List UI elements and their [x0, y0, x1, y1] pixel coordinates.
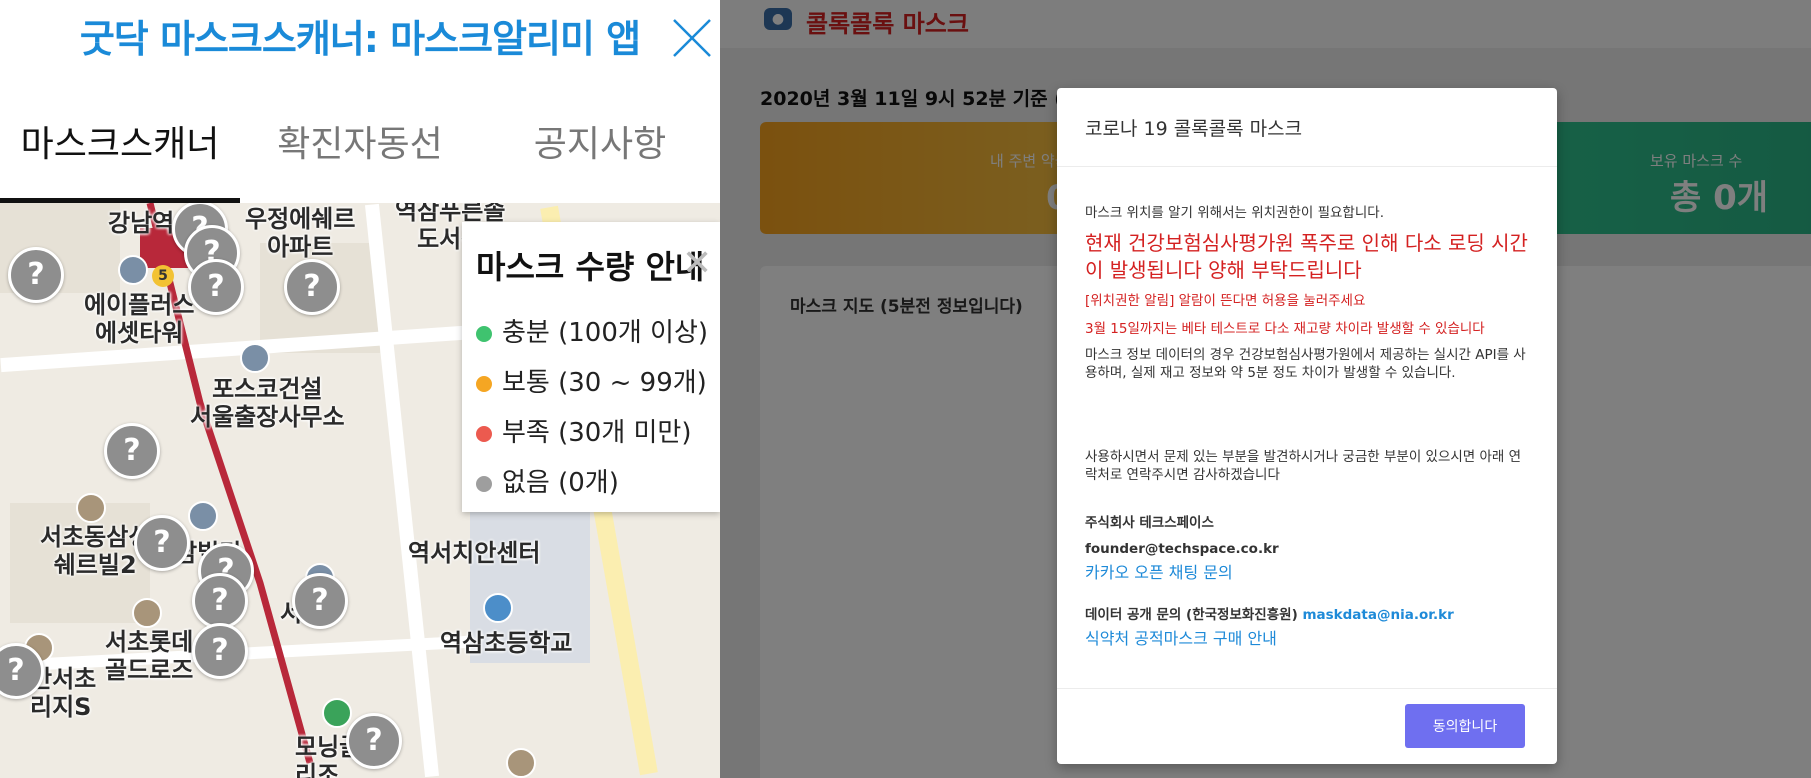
tab-mask-scanner[interactable]: 마스크스캐너	[0, 105, 240, 203]
building-poi-icon	[240, 343, 270, 373]
company-name: 주식회사 테크스페이스	[1085, 515, 1214, 531]
location-permission-text: 마스크 위치를 알기 위해서는 위치권한이 필요합니다.	[1085, 205, 1384, 221]
subway-line-5-badge: 5	[152, 265, 174, 287]
mask-scanner-panel: 굿닥 마스크스캐너: 마스크알리미 앱 마스크스캐너 확진자동선 공지사항 5 …	[0, 0, 720, 778]
map-label: 서초동삼성 쉐르빌2	[40, 523, 151, 579]
close-icon[interactable]	[668, 14, 716, 62]
legend-item-none: 없음 (0개)	[476, 462, 619, 499]
pharmacy-marker[interactable]: ?	[134, 515, 190, 571]
legend-item-low: 부족 (30개 미만)	[476, 412, 692, 449]
modal-title: 코로나 19 콜록콜록 마스크	[1085, 118, 1303, 140]
map-label: 우정에쉐르 아파트	[245, 205, 356, 261]
green-dot-icon	[476, 325, 492, 342]
legend-item-label: 보통 (30 ~ 99개)	[502, 368, 707, 398]
pharmacy-marker[interactable]: ?	[192, 573, 248, 629]
gray-dot-icon	[476, 475, 492, 492]
building-poi-icon	[188, 501, 218, 531]
tab-bar: 마스크스캐너 확진자동선 공지사항	[0, 105, 720, 204]
legend-close-icon[interactable]: ✕	[682, 246, 712, 282]
data-source-info: 마스크 정보 데이터의 경우 건강보험심사평가원에서 제공하는 실시간 API를…	[1085, 347, 1526, 381]
pharmacy-marker[interactable]: ?	[292, 573, 348, 629]
divider	[1057, 166, 1557, 167]
cough-mask-page: ● 콜록콜록 마스크 2020년 3월 11일 9시 52분 기준 (반 내 주…	[720, 0, 1811, 778]
loading-warning: 현재 건강보험심사평가원 폭주로 인해 다소 로딩 시간이 발생됩니다 양해 부…	[1085, 231, 1528, 282]
mfds-mask-guide-link[interactable]: 식약처 공적마스크 구매 안내	[1085, 630, 1531, 648]
beta-notice-text: 3월 15일까지는 베타 테스트로 다소 재고량 차이라 발생할 수 있습니다	[1085, 321, 1485, 337]
data-inquiry-email-link[interactable]: maskdata@nia.or.kr	[1302, 607, 1453, 623]
legend-title: 마스크 수량 안내	[476, 248, 705, 286]
divider	[1057, 688, 1557, 689]
permission-alert-text: [위치권한 알림] 알람이 뜬다면 허용을 눌러주세요	[1085, 293, 1366, 309]
map-label: 에이플러스 에셋타워	[84, 291, 195, 347]
pharmacy-marker[interactable]: ?	[8, 247, 64, 303]
legend-item-label: 부족 (30개 미만)	[502, 418, 692, 448]
data-inquiry-label: 데이터 공개 문의 (한국정보화진흥원)	[1085, 607, 1298, 623]
kakao-chat-link[interactable]: 카카오 오픈 채팅 문의	[1085, 564, 1531, 582]
pharmacy-marker[interactable]: ?	[346, 713, 402, 769]
data-inquiry: 데이터 공개 문의 (한국정보화진흥원) maskdata@nia.or.kr	[1085, 606, 1531, 624]
library-poi-icon	[76, 493, 106, 523]
map-label: 강남역	[108, 209, 175, 237]
pharmacy-marker[interactable]: ?	[188, 259, 244, 315]
pharmacy-marker[interactable]: ?	[192, 623, 248, 679]
pharmacy-marker[interactable]: ?	[104, 423, 160, 479]
map-label: 역서치안센터	[408, 539, 541, 567]
tab-confirmed-routes[interactable]: 확진자동선	[240, 105, 480, 203]
legend-item-sufficient: 충분 (100개 이상)	[476, 312, 708, 349]
orange-dot-icon	[476, 375, 492, 392]
legend-item-normal: 보통 (30 ~ 99개)	[476, 362, 707, 399]
cafe-poi-icon	[322, 698, 352, 728]
legend-item-label: 없음 (0개)	[502, 468, 619, 498]
mask-quantity-legend: 마스크 수량 안내 ✕ 충분 (100개 이상) 보통 (30 ~ 99개) 부…	[462, 222, 720, 512]
pharmacy-marker[interactable]: ?	[284, 259, 340, 315]
map-label: 포스코건설 서울출장사무소	[190, 375, 345, 431]
agree-button[interactable]: 동의합니다	[1405, 704, 1525, 748]
permission-modal: 코로나 19 콜록콜록 마스크 마스크 위치를 알기 위해서는 위치권한이 필요…	[1057, 88, 1557, 764]
tab-notices[interactable]: 공지사항	[480, 105, 720, 203]
app-title: 굿닥 마스크스캐너: 마스크알리미 앱	[79, 17, 641, 61]
legend-item-label: 충분 (100개 이상)	[502, 318, 709, 348]
contact-email: founder@techspace.co.kr	[1085, 541, 1279, 557]
school-poi-icon	[483, 593, 513, 623]
map-label: 역삼초등학교	[440, 629, 573, 657]
library-poi-icon	[506, 748, 536, 778]
building-poi-icon	[118, 255, 148, 285]
library-poi-icon	[132, 598, 162, 628]
map-label: 서초롯데 골드로즈	[105, 628, 194, 684]
feedback-text: 사용하시면서 문제 있는 부분을 발견하시거나 궁금한 부분이 있으시면 아래 …	[1085, 449, 1522, 483]
red-dot-icon	[476, 425, 492, 442]
